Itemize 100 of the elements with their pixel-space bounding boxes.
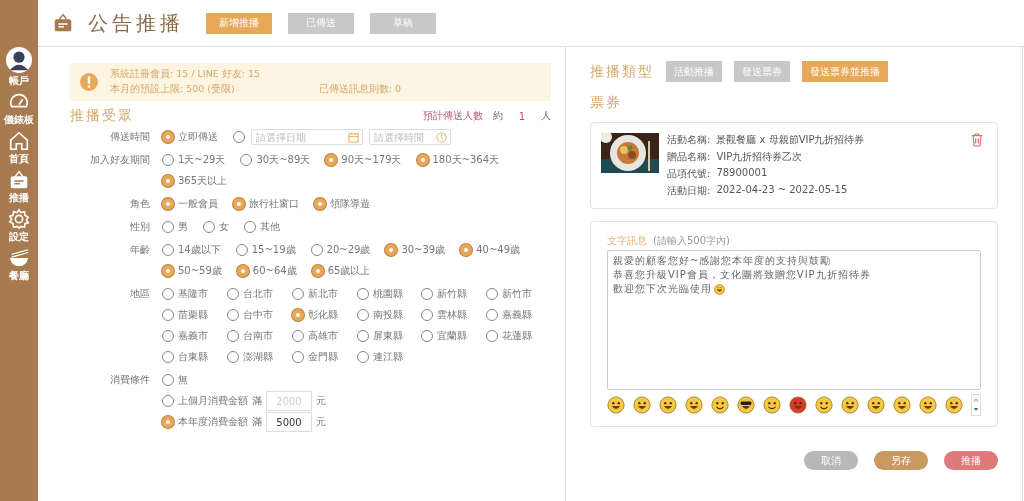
option-label: 南投縣	[372, 308, 403, 322]
emoji-icon[interactable]	[737, 396, 755, 414]
radio-button[interactable]	[162, 265, 174, 277]
emoji-icon[interactable]	[659, 396, 677, 414]
emoji-icon[interactable]	[841, 396, 859, 414]
option-label: 台中市	[242, 308, 273, 322]
tab[interactable]: 新增推播	[206, 12, 272, 34]
radio-button[interactable]	[233, 198, 245, 210]
emoji-icon[interactable]	[815, 396, 833, 414]
radio-button[interactable]	[162, 244, 174, 256]
radio-button[interactable]	[203, 221, 215, 233]
radio-button[interactable]	[310, 244, 323, 256]
option-label: 新北市	[307, 287, 338, 301]
radio-button[interactable]	[162, 131, 174, 143]
action-button[interactable]: 取消	[804, 451, 858, 470]
scroll-arrows[interactable]	[971, 394, 981, 416]
radio-button[interactable]	[240, 154, 253, 166]
emoji-icon[interactable]	[919, 396, 937, 414]
alert-icon	[80, 73, 98, 91]
action-button[interactable]: 另存	[874, 451, 928, 470]
radio-button[interactable]	[314, 198, 326, 210]
emoji-icon[interactable]	[893, 396, 911, 414]
radio-button[interactable]	[162, 154, 174, 166]
radio-button[interactable]	[162, 198, 174, 210]
option-label: 女	[219, 220, 229, 234]
option-label: 立即傳送	[178, 130, 218, 144]
radio-button[interactable]	[356, 330, 369, 342]
option-label: 元	[316, 394, 326, 408]
radio-button[interactable]	[162, 416, 174, 428]
option-label: 旅行社窗口	[249, 197, 299, 211]
option-label: 苗栗縣	[178, 308, 208, 322]
radio-button[interactable]	[356, 351, 369, 363]
emoji-icon	[714, 283, 725, 295]
radio-button[interactable]	[244, 221, 256, 233]
nav-label[interactable]: 設定	[9, 231, 29, 243]
radio-button[interactable]	[236, 265, 249, 277]
option-label: 男	[178, 220, 188, 234]
radio-button[interactable]	[385, 244, 398, 256]
radio-button[interactable]	[421, 330, 434, 342]
option-label: 桃園縣	[372, 287, 403, 301]
clock-icon	[436, 131, 447, 143]
radio-button[interactable]	[460, 244, 473, 256]
radio-button[interactable]	[162, 309, 174, 321]
sign-icon[interactable]	[8, 169, 30, 191]
radio-button[interactable]	[356, 288, 369, 300]
nav-label[interactable]: 儀錶板	[4, 114, 34, 126]
radio-button[interactable]	[486, 330, 499, 342]
radio-button[interactable]	[162, 175, 174, 187]
emoji-icon[interactable]	[607, 396, 625, 414]
radio-button[interactable]	[416, 154, 429, 166]
radio-button[interactable]	[233, 131, 245, 143]
radio-button[interactable]	[291, 330, 304, 342]
trash-icon[interactable]	[971, 133, 983, 147]
emoji-icon[interactable]	[763, 396, 781, 414]
option-label: 365天以上	[178, 174, 228, 188]
radio-button[interactable]	[162, 351, 174, 363]
radio-button[interactable]	[226, 288, 239, 300]
radio-button[interactable]	[421, 288, 434, 300]
info-value: 78900001	[716, 167, 768, 180]
type-button[interactable]: 發送票券並推播	[802, 61, 888, 82]
emoji-icon[interactable]	[685, 396, 703, 414]
emoji-icon[interactable]	[789, 396, 807, 414]
section-title: 推播受眾	[70, 107, 135, 125]
field-label: 加入好友期間	[89, 153, 151, 167]
emoji-icon[interactable]	[867, 396, 885, 414]
radio-button[interactable]	[421, 309, 434, 321]
radio-button[interactable]	[162, 221, 174, 233]
radio-button[interactable]	[226, 351, 239, 363]
radio-button[interactable]	[291, 288, 304, 300]
option-label: 一般會員	[178, 197, 218, 211]
radio-button[interactable]	[162, 374, 174, 386]
nav-label[interactable]: 首頁	[9, 153, 29, 165]
message-field[interactable]: 親愛的顧客您好~感謝您本年度的支持與鼓勵 恭喜您升級VIP會員，文化團將致贈您VIP九折招待券 歡迎您下次光臨使用	[607, 250, 981, 390]
emoji-icon[interactable]	[633, 396, 651, 414]
emoji-icon[interactable]	[945, 396, 963, 414]
nav-label[interactable]: 推播	[9, 192, 29, 204]
radio-button[interactable]	[162, 288, 174, 300]
action-button[interactable]: 推播	[944, 451, 998, 470]
emoji-icon[interactable]	[711, 396, 729, 414]
radio-button[interactable]	[226, 309, 239, 321]
avatar-icon[interactable]	[5, 46, 33, 74]
nav-label[interactable]: 餐廳	[9, 270, 29, 282]
radio-button[interactable]	[486, 288, 499, 300]
bowl-icon[interactable]	[8, 247, 30, 269]
field-label: 地區	[129, 287, 151, 301]
calendar-icon	[348, 131, 359, 143]
nav-label[interactable]: 帳戶	[9, 75, 29, 87]
radio-button[interactable]	[162, 330, 174, 342]
radio-button[interactable]	[291, 351, 304, 363]
radio-button[interactable]	[291, 309, 304, 321]
radio-button[interactable]	[311, 265, 324, 277]
option-label: 花蓮縣	[502, 329, 533, 343]
radio-button[interactable]	[226, 330, 239, 342]
settings-icon[interactable]	[8, 208, 30, 230]
amount-field[interactable]: 5000	[266, 412, 312, 432]
home-icon[interactable]	[8, 130, 30, 152]
radio-button[interactable]	[486, 309, 499, 321]
radio-button[interactable]	[325, 154, 338, 166]
radio-button[interactable]	[356, 309, 369, 321]
radio-button[interactable]	[235, 244, 248, 256]
